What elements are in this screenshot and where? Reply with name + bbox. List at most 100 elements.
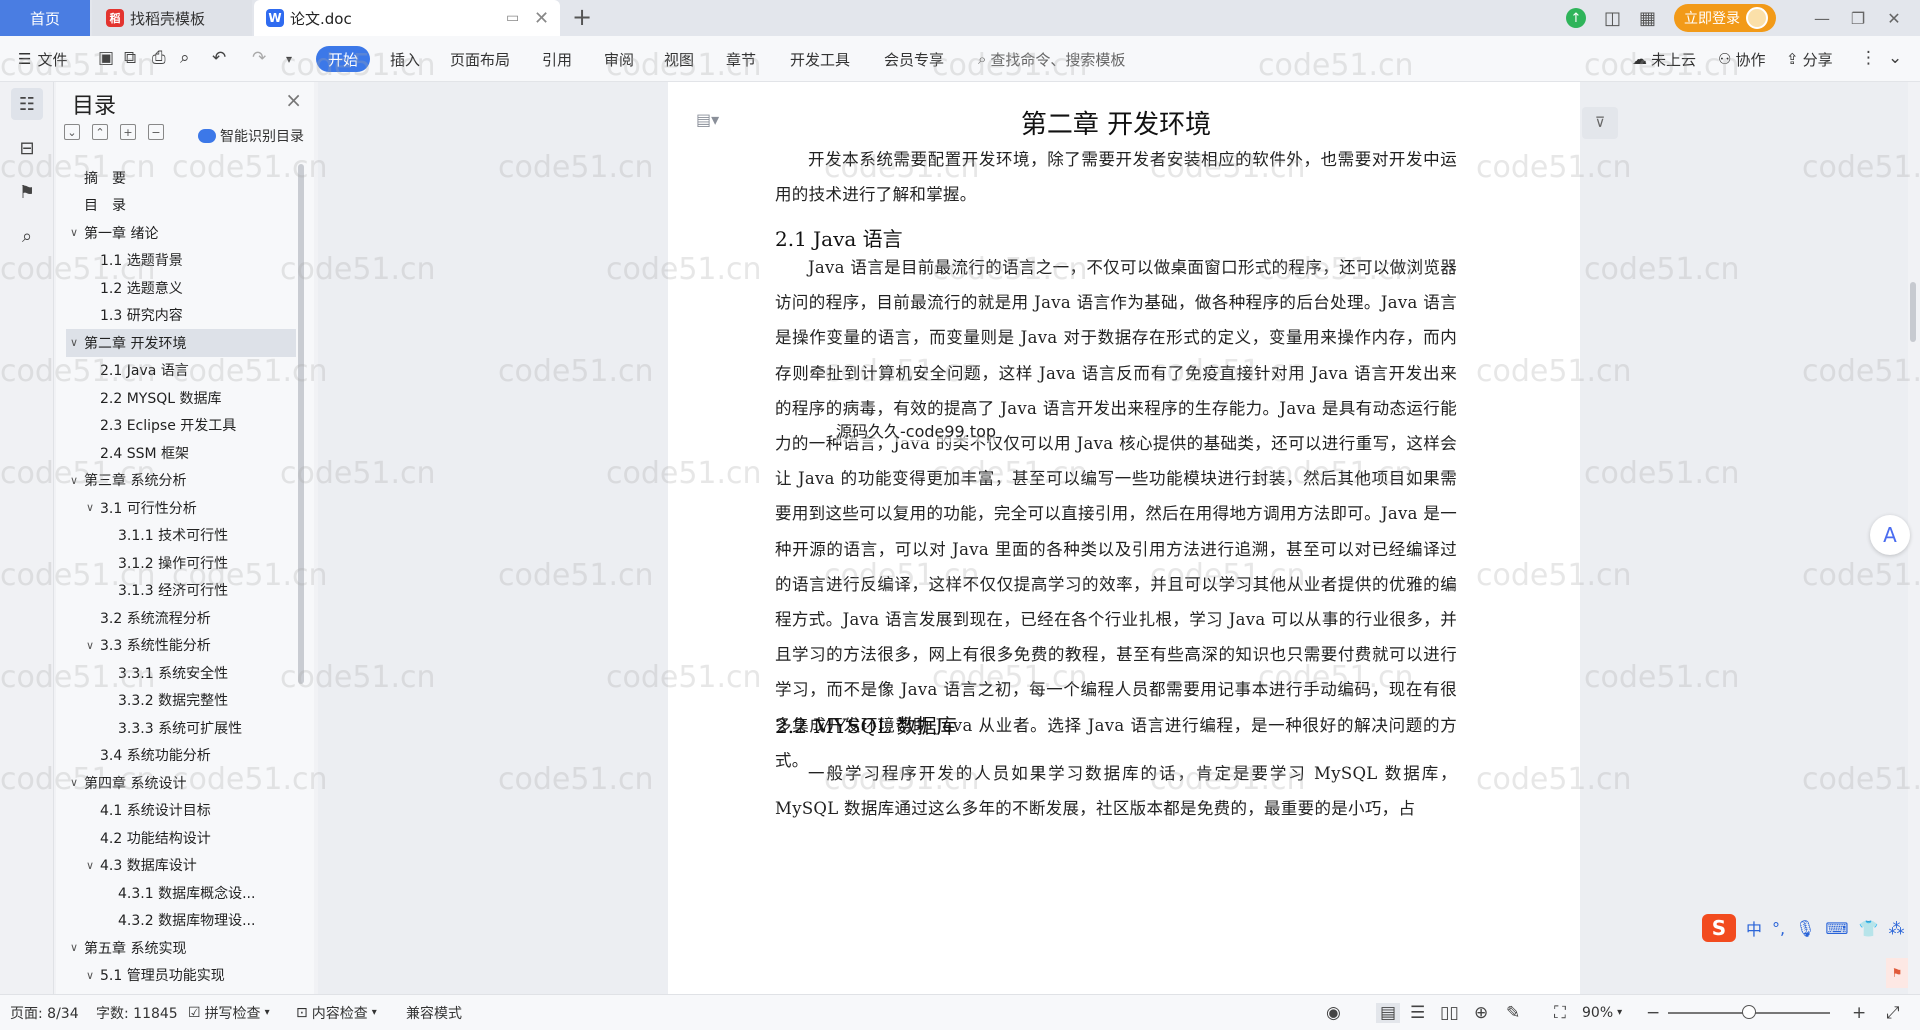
menu-view[interactable]: 视图 [664, 36, 694, 82]
chevron-down-icon[interactable]: ∨ [70, 336, 78, 349]
toc-item[interactable]: ∨ 5.1 管理员功能实现 [66, 962, 296, 990]
toc-item[interactable]: 3.2 系统流程分析 [66, 604, 296, 632]
customize-dropdown-icon[interactable]: ▾ [286, 52, 292, 66]
toc-item[interactable]: ∨ 第四章 系统设计 [66, 769, 296, 797]
toc-item[interactable]: 4.3.1 数据库概念设... [66, 879, 296, 907]
toc-item[interactable]: 3.1.3 经济可行性 [66, 577, 296, 605]
close-tab-icon[interactable]: ✕ [534, 8, 549, 29]
bookmark-icon[interactable]: ⚑ [11, 176, 43, 208]
ime-toolbar[interactable]: S 中 °, 🎙 ⌨ 👕 ⁂ [1702, 913, 1904, 943]
word-count[interactable]: 字数: 11845 [96, 1003, 178, 1023]
microphone-icon[interactable]: 🎙 [1795, 919, 1815, 938]
grid-apps-icon[interactable]: ▦ [1639, 8, 1656, 29]
collaborate-button[interactable]: ⚇ 协作 [1718, 36, 1765, 82]
chevron-down-icon[interactable]: ∨ [70, 941, 78, 954]
minimize-icon[interactable]: — [1804, 9, 1840, 28]
close-window-icon[interactable]: ✕ [1876, 9, 1912, 28]
toc-item[interactable]: 4.2 功能结构设计 [66, 824, 296, 852]
zoom-in-icon[interactable]: + [1852, 1003, 1866, 1023]
collapse-ribbon-icon[interactable]: ⌄ [1888, 48, 1902, 68]
navigation-icon[interactable]: ⊟ [11, 132, 43, 164]
toc-item[interactable]: 3.3.3 系统可扩展性 [66, 714, 296, 742]
apps-icon[interactable]: ⁂ [1888, 919, 1904, 938]
toc-item[interactable]: 3.1.1 技术可行性 [66, 522, 296, 550]
toc-item[interactable]: 2.2 MYSQL 数据库 [66, 384, 296, 412]
close-icon[interactable]: × [285, 88, 302, 112]
export-icon[interactable]: ⧉ [124, 48, 136, 68]
menu-references[interactable]: 引用 [542, 36, 572, 82]
document-page[interactable]: ▤▾ 第二章 开发环境 开发本系统需要配置开发环境，除了需要开发者安装相应的软件… [668, 82, 1580, 994]
menu-insert[interactable]: 插入 [390, 36, 420, 82]
toc-item[interactable]: 2.4 SSM 框架 [66, 439, 296, 467]
toc-item[interactable]: ∨ 第二章 开发环境 [66, 329, 296, 357]
scrollbar-thumb[interactable] [1910, 282, 1916, 342]
print-preview-icon[interactable]: ⌕ [180, 48, 190, 68]
menu-member[interactable]: 会员专享 [884, 36, 944, 82]
eye-protection-icon[interactable]: ◉ [1326, 1003, 1341, 1023]
file-menu[interactable]: ☰ 文件 [18, 36, 67, 82]
remove-heading-icon[interactable]: − [148, 124, 164, 140]
toc-item[interactable]: 1.2 选题意义 [66, 274, 296, 302]
new-tab-button[interactable]: + [572, 4, 592, 30]
zoom-level-button[interactable]: 90% ▾ [1582, 1005, 1622, 1021]
chevron-down-icon[interactable]: ∨ [86, 969, 94, 982]
add-heading-icon[interactable]: + [120, 124, 136, 140]
print-icon[interactable]: ⎙ [152, 48, 166, 68]
skin-icon[interactable]: 👕 [1859, 919, 1879, 938]
chevron-down-icon[interactable]: ∨ [70, 776, 78, 789]
page-view-icon[interactable]: ▤ [1376, 1002, 1401, 1023]
tab-document[interactable]: W 论文.doc ▭ ✕ [254, 0, 560, 36]
toc-item[interactable]: 目 录 [66, 192, 296, 220]
page-style-icon[interactable]: ▤▾ [696, 110, 719, 129]
smart-toc-button[interactable]: 智能识别目录 [198, 126, 304, 146]
split-view-icon[interactable]: ◫ [1604, 8, 1621, 29]
comment-icon[interactable]: ⚑ [1886, 958, 1908, 988]
command-search[interactable]: ⌕ 查找命令、搜索模板 [978, 36, 1125, 82]
punctuation-icon[interactable]: °, [1772, 919, 1785, 938]
menu-start[interactable]: 开始 [316, 46, 371, 72]
undo-icon[interactable]: ↶ [212, 48, 226, 68]
pen-icon[interactable]: ✎ [1506, 1003, 1520, 1023]
expand-all-icon[interactable]: ⌄ [64, 124, 80, 140]
content-check-button[interactable]: ⊡ 内容检查 ▾ [296, 1003, 377, 1023]
collapse-all-icon[interactable]: ⌃ [92, 124, 108, 140]
assistant-icon[interactable]: A [1870, 515, 1910, 555]
redo-icon[interactable]: ↷ [252, 48, 266, 68]
toc-item[interactable]: ∨ 第五章 系统实现 [66, 934, 296, 962]
menu-review[interactable]: 审阅 [604, 36, 634, 82]
chevron-down-icon[interactable]: ∨ [86, 859, 94, 872]
toc-item[interactable]: 4.3.2 数据库物理设... [66, 907, 296, 935]
page-count[interactable]: 页面: 8/34 [10, 1003, 79, 1023]
toc-item[interactable]: 2.3 Eclipse 开发工具 [66, 412, 296, 440]
save-icon[interactable]: ▣ [98, 48, 114, 68]
toc-item[interactable]: 2.1 Java 语言 [66, 357, 296, 385]
monitor-icon[interactable]: ▭ [506, 10, 519, 26]
cloud-status-button[interactable]: ☁ 未上云 [1632, 36, 1696, 82]
toc-item[interactable]: 1.3 研究内容 [66, 302, 296, 330]
toc-scrollbar[interactable] [298, 164, 304, 684]
toc-item[interactable]: 摘 要 [66, 164, 296, 192]
menu-developer[interactable]: 开发工具 [790, 36, 850, 82]
zoom-slider-handle[interactable] [1742, 1005, 1756, 1019]
toc-item[interactable]: ∨ 第三章 系统分析 [66, 467, 296, 495]
web-view-icon[interactable]: ⊕ [1474, 1003, 1488, 1023]
find-icon[interactable]: ⌕ [11, 220, 43, 252]
menu-chapter[interactable]: 章节 [726, 36, 756, 82]
toc-item[interactable]: 1.1 选题背景 [66, 247, 296, 275]
toc-item[interactable]: ∨ 3.1 可行性分析 [66, 494, 296, 522]
outline-view-icon[interactable]: ☰ [1410, 1003, 1425, 1023]
toc-item[interactable]: 3.1.2 操作可行性 [66, 549, 296, 577]
toc-item[interactable]: ∨ 4.3 数据库设计 [66, 852, 296, 880]
login-button[interactable]: 立即登录 [1674, 4, 1776, 32]
keyboard-icon[interactable]: ⌨ [1825, 919, 1848, 938]
toc-item[interactable]: 3.3.1 系统安全性 [66, 659, 296, 687]
fullscreen-icon[interactable]: ⤢ [1886, 1003, 1900, 1023]
toc-panel-icon[interactable]: ☷ [11, 88, 43, 120]
spell-check-button[interactable]: ☑ 拼写检查 ▾ [188, 1003, 270, 1023]
share-button[interactable]: ⇪ 分享 [1786, 36, 1833, 82]
reading-view-icon[interactable]: ▯▯ [1440, 1003, 1459, 1023]
tab-daoke-template[interactable]: 稻 找稻壳模板 [92, 0, 252, 36]
toc-item[interactable]: ∨ 第一章 绪论 [66, 219, 296, 247]
side-panel-toggle-icon[interactable]: ⊽ [1582, 107, 1618, 139]
fit-page-icon[interactable]: ⛶ [1554, 1003, 1566, 1023]
